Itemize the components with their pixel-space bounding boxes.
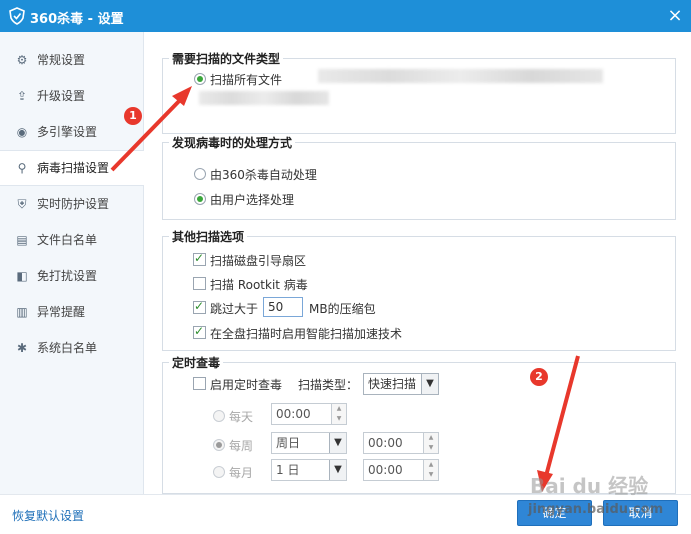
sidebar-item-general[interactable]: ⚙ 常规设置: [0, 43, 143, 77]
enable-scheduled-checkbox[interactable]: [193, 377, 206, 390]
sidebar-item-label: 病毒扫描设置: [37, 161, 110, 175]
title-bar: 360杀毒 - 设置 ×: [0, 0, 691, 32]
weekly-day-select[interactable]: 周日 ▼: [271, 432, 347, 454]
sidebar-item-virus-scan[interactable]: ⚲ 病毒扫描设置: [0, 150, 144, 186]
weekly-time-input[interactable]: 00:00 ▲ ▼: [363, 432, 439, 454]
watermark-url: jingyan.baidu.com: [528, 502, 664, 517]
sidebar-item-realtime[interactable]: ⛨ 实时防护设置: [0, 187, 143, 221]
sidebar-item-no-disturb[interactable]: ◧ 免打扰设置: [0, 259, 143, 293]
scan-type-value: 快速扫描: [368, 377, 417, 391]
spin-down-icon[interactable]: ▼: [331, 414, 346, 424]
skip-archive-prefix: 跳过大于: [210, 302, 259, 316]
chevron-down-icon: ▼: [421, 374, 438, 394]
auto-handle-radio[interactable]: [194, 168, 206, 180]
boot-sector-label: 扫描磁盘引导扇区: [210, 254, 307, 268]
auto-handle-label: 由360杀毒自动处理: [210, 168, 317, 182]
smart-scan-label: 在全盘扫描时启用智能扫描加速技术: [210, 327, 403, 341]
sidebar-item-alerts[interactable]: ▥ 异常提醒: [0, 295, 143, 329]
sidebar-item-file-whitelist[interactable]: ▤ 文件白名单: [0, 223, 143, 257]
other-options-group: 其他扫描选项 扫描磁盘引导扇区 扫描 Rootkit 病毒 跳过大于 50 MB…: [162, 228, 676, 351]
file-types-group: 需要扫描的文件类型 扫描所有文件: [162, 50, 676, 134]
tools-icon: ✱: [16, 341, 28, 355]
rootkit-checkbox[interactable]: [193, 277, 206, 290]
weekly-label: 每周: [229, 439, 254, 453]
scan-all-radio[interactable]: [194, 73, 206, 85]
sidebar-item-label: 常规设置: [37, 53, 86, 67]
daily-time-value: 00:00: [276, 407, 311, 421]
blurred-text: [318, 69, 603, 83]
scan-all-label: 扫描所有文件: [210, 73, 283, 87]
monthly-time-input[interactable]: 00:00 ▲ ▼: [363, 459, 439, 481]
gear-icon: ⚙: [16, 53, 28, 67]
monthly-time-value: 00:00: [368, 463, 403, 477]
annotation-badge-2: 2: [530, 368, 548, 386]
close-icon[interactable]: ×: [664, 5, 686, 27]
spin-down-icon[interactable]: ▼: [423, 443, 438, 453]
weekly-time-value: 00:00: [368, 436, 403, 450]
group-title: 需要扫描的文件类型: [169, 50, 284, 67]
sidebar-item-label: 升级设置: [37, 89, 86, 103]
window-title: 360杀毒 - 设置: [30, 12, 124, 27]
sidebar-item-label: 实时防护设置: [37, 197, 110, 211]
skip-archive-checkbox[interactable]: [193, 299, 206, 314]
virus-handling-group: 发现病毒时的处理方式 由360杀毒自动处理 由用户选择处理: [162, 134, 676, 220]
scan-type-label: 扫描类型：: [298, 378, 359, 392]
weekly-day-value: 周日: [276, 436, 301, 450]
enable-scheduled-label: 启用定时查毒: [210, 378, 283, 392]
scan-type-select[interactable]: 快速扫描 ▼: [363, 373, 439, 395]
shield-icon: ⛨: [17, 197, 27, 211]
skip-archive-suffix: MB的压缩包: [309, 302, 376, 316]
smart-scan-checkbox[interactable]: [193, 324, 206, 339]
bar-chart-icon: ▥: [16, 305, 28, 319]
monthly-day-value: 1 日: [276, 463, 300, 477]
sidebar-item-engines[interactable]: ◉ 多引擎设置: [0, 115, 143, 149]
search-icon: ⚲: [17, 161, 27, 175]
restore-defaults-link[interactable]: 恢复默认设置: [12, 507, 84, 524]
rootkit-label: 扫描 Rootkit 病毒: [210, 278, 308, 292]
360-logo-icon: [9, 7, 25, 25]
user-handle-radio[interactable]: [194, 193, 206, 205]
weekly-radio[interactable]: [213, 439, 225, 451]
annotation-badge-1: 1: [124, 107, 142, 125]
sidebar-item-system-whitelist[interactable]: ✱ 系统白名单: [0, 331, 143, 365]
sidebar-item-label: 免打扰设置: [37, 269, 98, 283]
spin-down-icon[interactable]: ▼: [423, 470, 438, 480]
blurred-text: [199, 91, 329, 105]
settings-panel: 需要扫描的文件类型 扫描所有文件 发现病毒时的处理方式 由360杀毒自动处理 由…: [144, 32, 691, 494]
daily-radio[interactable]: [213, 410, 225, 422]
monthly-day-select[interactable]: 1 日 ▼: [271, 459, 347, 481]
sidebar: ⚙ 常规设置 ⇪ 升级设置 ◉ 多引擎设置 ⚲ 病毒扫描设置 ⛨ 实时防护设置 …: [0, 32, 144, 494]
group-title: 其他扫描选项: [169, 228, 248, 245]
sidebar-item-label: 文件白名单: [37, 233, 98, 247]
watermark-logo: Bai du 经验: [530, 474, 649, 498]
group-title: 定时查毒: [169, 354, 224, 371]
skip-size-input[interactable]: 50: [263, 297, 303, 317]
chevron-down-icon: ▼: [329, 433, 346, 453]
monthly-radio[interactable]: [213, 466, 225, 478]
file-icon: ▤: [16, 233, 28, 247]
chevron-down-icon: ▼: [329, 460, 346, 480]
sidebar-item-label: 多引擎设置: [37, 125, 98, 139]
daily-label: 每天: [229, 410, 254, 424]
sidebar-item-label: 系统白名单: [37, 341, 98, 355]
engine-icon: ◉: [16, 125, 28, 139]
sidebar-item-update[interactable]: ⇪ 升级设置: [0, 79, 143, 113]
sidebar-item-label: 异常提醒: [37, 305, 86, 319]
upload-icon: ⇪: [16, 89, 28, 103]
daily-time-input[interactable]: 00:00 ▲ ▼: [271, 403, 347, 425]
no-disturb-icon: ◧: [16, 269, 28, 283]
group-title: 发现病毒时的处理方式: [169, 134, 296, 151]
user-handle-label: 由用户选择处理: [210, 193, 295, 207]
monthly-label: 每月: [229, 466, 254, 480]
boot-sector-checkbox[interactable]: [193, 251, 206, 266]
